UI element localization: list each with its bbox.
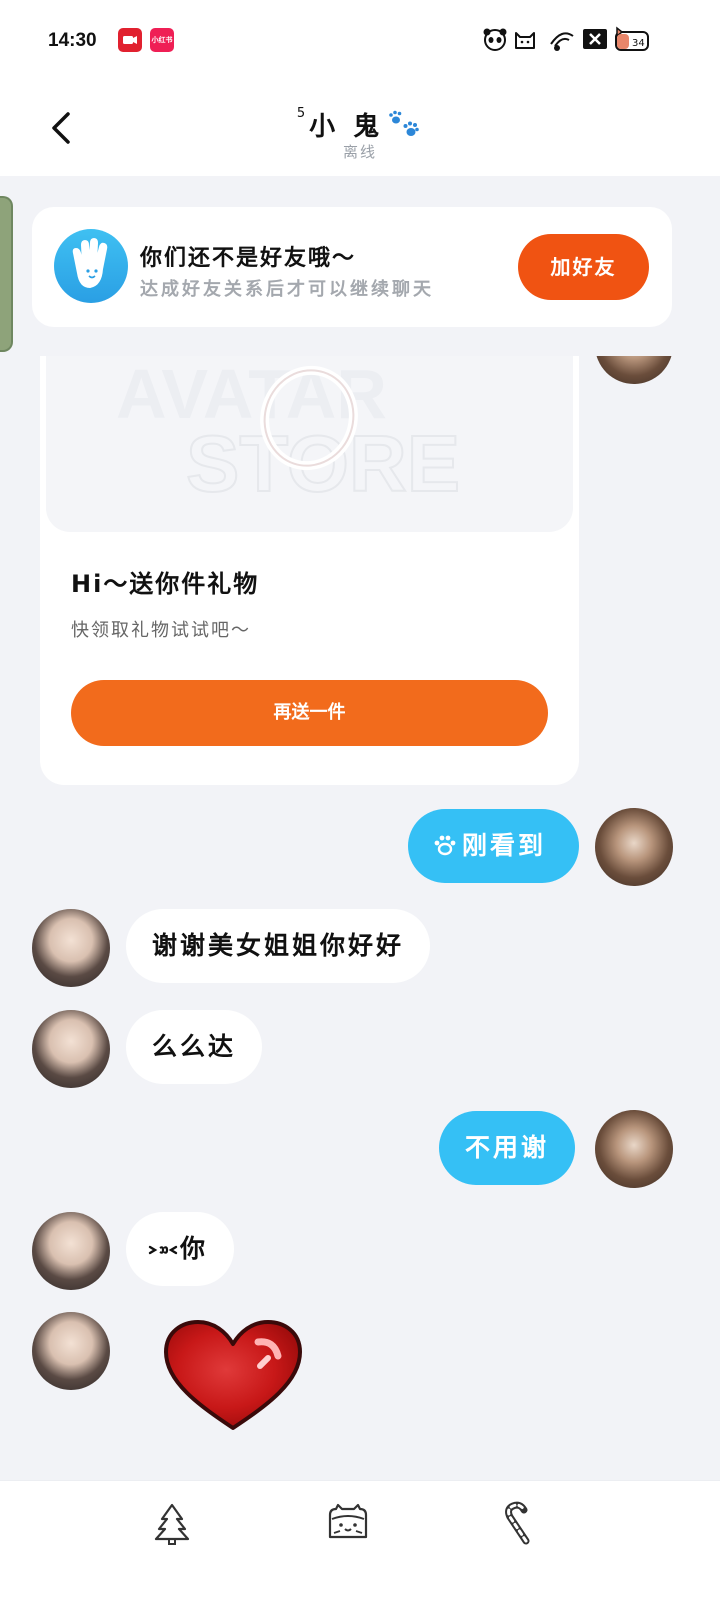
cat-icon: [515, 32, 535, 49]
status-bar: 14:30 小红书 34: [0, 0, 720, 80]
panda-icon: [483, 28, 507, 51]
chat-header: 5 小鬼 离线: [0, 80, 720, 176]
status-icons: 34: [482, 26, 652, 54]
christmas-tree-icon[interactable]: [150, 1501, 194, 1545]
message-bubble-in[interactable]: 你: [126, 1212, 235, 1286]
cat-loaf-icon[interactable]: [326, 1501, 370, 1545]
friend-request-banner: 你们还不是好友哦～ 达成好友关系后才可以继续聊天 加好友: [32, 207, 672, 327]
message-text: 不用谢: [465, 1133, 550, 1162]
wifi-icon: [550, 32, 574, 51]
video-app-icon: [118, 28, 142, 52]
my-avatar[interactable]: [595, 1110, 673, 1188]
chat-title: 5 小鬼 离线: [0, 102, 720, 162]
message-bubble-in[interactable]: 谢谢美女姐姐你好好: [126, 909, 431, 983]
kiss-emoji-icon: [148, 1245, 178, 1255]
banner-subtitle: 达成好友关系后才可以继续聊天: [140, 279, 434, 300]
status-time: 14:30: [48, 30, 97, 51]
message-bubble-out[interactable]: 不用谢: [439, 1111, 576, 1185]
paw-icon: [434, 835, 456, 856]
gift-subtitle: 快领取礼物试试吧～: [71, 620, 251, 641]
xiaohongshu-app-icon: 小红书: [150, 28, 174, 52]
gift-card: AVATAR STORE Hi～送你件礼物 快领取礼物试试吧～ 再送一件: [40, 356, 579, 785]
battery-cat-icon: 34: [615, 26, 649, 51]
contact-avatar[interactable]: [32, 1212, 110, 1290]
online-status: 离线: [342, 143, 377, 161]
gift-image: AVATAR STORE: [46, 356, 573, 532]
message-text: 你: [180, 1234, 209, 1263]
message-text: 刚看到: [462, 831, 547, 860]
heart-sticker-icon[interactable]: [160, 1316, 306, 1436]
chat-messages: AVATAR STORE Hi～送你件礼物 快领取礼物试试吧～ 再送一件 刚看到…: [0, 356, 720, 1480]
title-superscript: 5: [296, 106, 306, 121]
message-text: 么么达: [152, 1032, 237, 1061]
gift-title: Hi～送你件礼物: [71, 570, 260, 598]
my-avatar[interactable]: [595, 356, 673, 384]
add-friend-button[interactable]: 加好友: [518, 234, 649, 300]
bottom-toolbar: [0, 1480, 720, 1604]
message-bubble-out[interactable]: 刚看到: [408, 809, 579, 883]
banner-title: 你们还不是好友哦～: [140, 246, 357, 271]
send-another-gift-button[interactable]: 再送一件: [71, 680, 548, 746]
close-box-icon: [583, 29, 607, 49]
side-drawer-handle[interactable]: [0, 196, 13, 352]
ring-gift-icon: AVATAR STORE: [116, 356, 461, 509]
message-bubble-in[interactable]: 么么达: [126, 1010, 263, 1084]
contact-avatar[interactable]: [32, 909, 110, 987]
candy-cane-icon[interactable]: [496, 1501, 540, 1545]
contact-avatar[interactable]: [32, 1312, 110, 1390]
message-text: 谢谢美女姐姐你好好: [152, 931, 405, 960]
contact-name: 小鬼: [309, 112, 398, 142]
contact-avatar[interactable]: [32, 1010, 110, 1088]
my-avatar[interactable]: [595, 808, 673, 886]
paw-prints-icon: [389, 110, 419, 136]
hand-wave-icon: [54, 229, 128, 303]
svg-text:34: 34: [632, 38, 645, 49]
